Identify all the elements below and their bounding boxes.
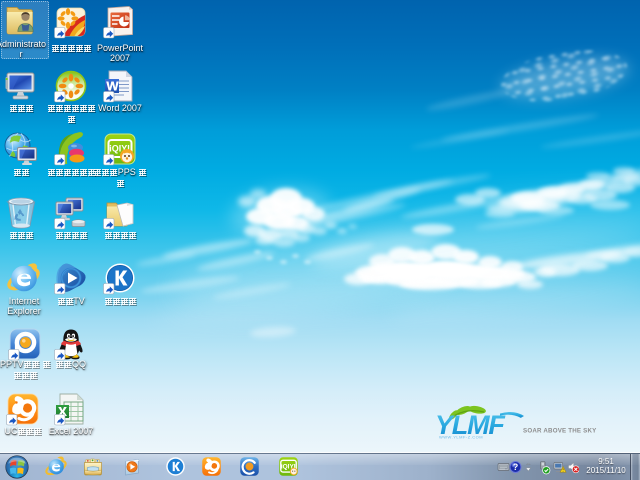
svg-text:WWW.YLMF-Z.COM: WWW.YLMF-Z.COM [439, 435, 483, 440]
svg-text:SOAR ABOVE THE SKY: SOAR ABOVE THE SKY [523, 428, 597, 435]
